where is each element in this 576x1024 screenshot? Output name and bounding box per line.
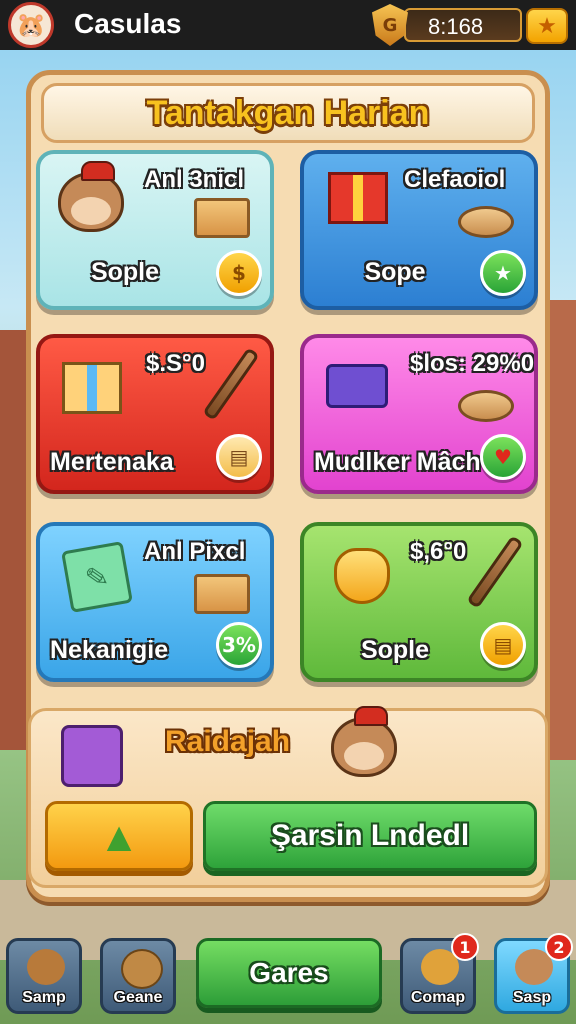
card-label: Sope [364, 258, 426, 286]
box-icon [194, 198, 250, 238]
challenge-card-5[interactable]: ✎ Anl Pixcl Nekanigie 3% [36, 522, 274, 682]
card-title: Anl 3nicl [144, 166, 245, 193]
hamster-icon [331, 706, 397, 777]
nav-comap[interactable]: Comap 1 [400, 933, 479, 1014]
nav-label: Comap [410, 989, 466, 1006]
card-title: $,6°0 [410, 538, 467, 565]
reward-section: Raidajah ▲ Şarsin Lndedl [28, 706, 548, 888]
box-icon [194, 574, 250, 614]
wooden-stick-icon [466, 532, 524, 612]
nav-games-button[interactable]: Gares [196, 938, 382, 1008]
nav-label: Sasp [512, 989, 552, 1006]
notification-badge: 2 [545, 933, 573, 961]
magic-chest-icon [61, 725, 123, 787]
currency-counter[interactable]: 8:168 [404, 8, 522, 42]
cookie-icon [458, 206, 514, 238]
panel-title: Tantakgan Harian [146, 93, 430, 132]
percent-badge-icon[interactable]: 3% [216, 622, 262, 668]
card-label: Sople [90, 258, 160, 286]
map-icon [27, 949, 65, 985]
card-label: Sople [360, 636, 430, 664]
honey-drop-icon [334, 548, 390, 604]
present-icon [62, 362, 122, 414]
challenge-card-3[interactable]: $.S°0 Mertenaka ▤ [36, 334, 274, 494]
coin-badge-icon[interactable]: $ [216, 250, 262, 296]
card-title: $los: 29%0 [410, 350, 535, 377]
challenge-card-2[interactable]: Clefaoiol Sope ★ [300, 150, 538, 310]
cookie-icon [458, 390, 514, 422]
nav-sasp[interactable]: Sasp 2 [494, 933, 573, 1014]
coin-icon [121, 949, 163, 989]
wooden-stick-icon [202, 344, 260, 424]
panel-header: Tantakgan Harian [41, 83, 535, 143]
scroll-badge-icon[interactable]: ▤ [480, 622, 526, 668]
top-bar: 🐹 Casulas 8:168 G ★ [0, 0, 576, 50]
card-title: Clefaoiol [404, 166, 506, 193]
pencil-icon: ▲ [106, 817, 132, 855]
mascot-avatar-icon[interactable]: 🐹 [8, 2, 54, 48]
challenge-card-6[interactable]: $,6°0 Sople ▤ [300, 522, 538, 682]
app-title: Casulas [74, 8, 182, 39]
nav-geane[interactable]: Geane [100, 938, 176, 1014]
scroll-badge-icon[interactable]: ▤ [216, 434, 262, 480]
challenge-card-4[interactable]: $los: 29%0 Mudlker Mâch ♥ [300, 334, 538, 494]
star-button[interactable]: ★ [526, 8, 568, 44]
claim-button[interactable]: Şarsin Lndedl [203, 801, 537, 871]
reward-title: Raidajah [165, 725, 291, 758]
nav-label: Geane [113, 989, 163, 1006]
gift-box-icon [328, 172, 388, 224]
challenge-card-1[interactable]: Anl 3nicl Sople $ [36, 150, 274, 310]
pencil-button[interactable]: ▲ [45, 801, 193, 871]
hamster-icon [58, 161, 124, 232]
treasure-chest-icon [326, 364, 388, 408]
card-title: Anl Pixcl [144, 538, 246, 565]
notebook-icon: ✎ [61, 541, 133, 613]
heart-badge-icon[interactable]: ♥ [480, 434, 526, 480]
star-badge-icon[interactable]: ★ [480, 250, 526, 296]
currency-shield-icon: G [372, 4, 408, 46]
notification-badge: 1 [451, 933, 479, 961]
star-icon: ★ [537, 13, 557, 39]
card-title: $.S°0 [146, 350, 205, 377]
nav-label: Samp [22, 989, 66, 1006]
nav-samp[interactable]: Samp [6, 938, 82, 1014]
currency-value: 8:168 [428, 14, 484, 39]
